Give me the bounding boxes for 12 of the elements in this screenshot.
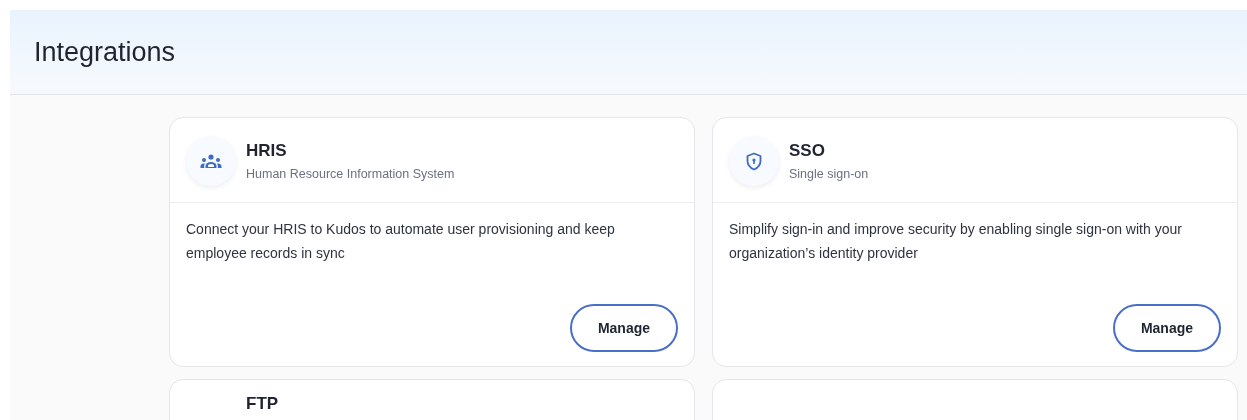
card-title: HRIS (246, 141, 288, 161)
card-subtitle: Single sign-on (789, 167, 869, 181)
shield-icon (729, 136, 779, 186)
manage-button[interactable]: Manage (569, 304, 678, 352)
card-title: FTP (246, 394, 279, 414)
card-description: Simplify sign-in and improve security by enabling single sign-on with your organization’s identity provider (729, 220, 1183, 263)
manage-button[interactable]: Manage (1112, 304, 1221, 352)
card-description: Connect your HRIS to Kudos to automate user provisioning and keep employee records in sync (186, 220, 616, 263)
card-subtitle: Human Resource Information System (246, 167, 455, 181)
people-icon (186, 136, 236, 186)
card-title: SSO (789, 141, 826, 161)
page-title: Integrations (34, 36, 176, 68)
